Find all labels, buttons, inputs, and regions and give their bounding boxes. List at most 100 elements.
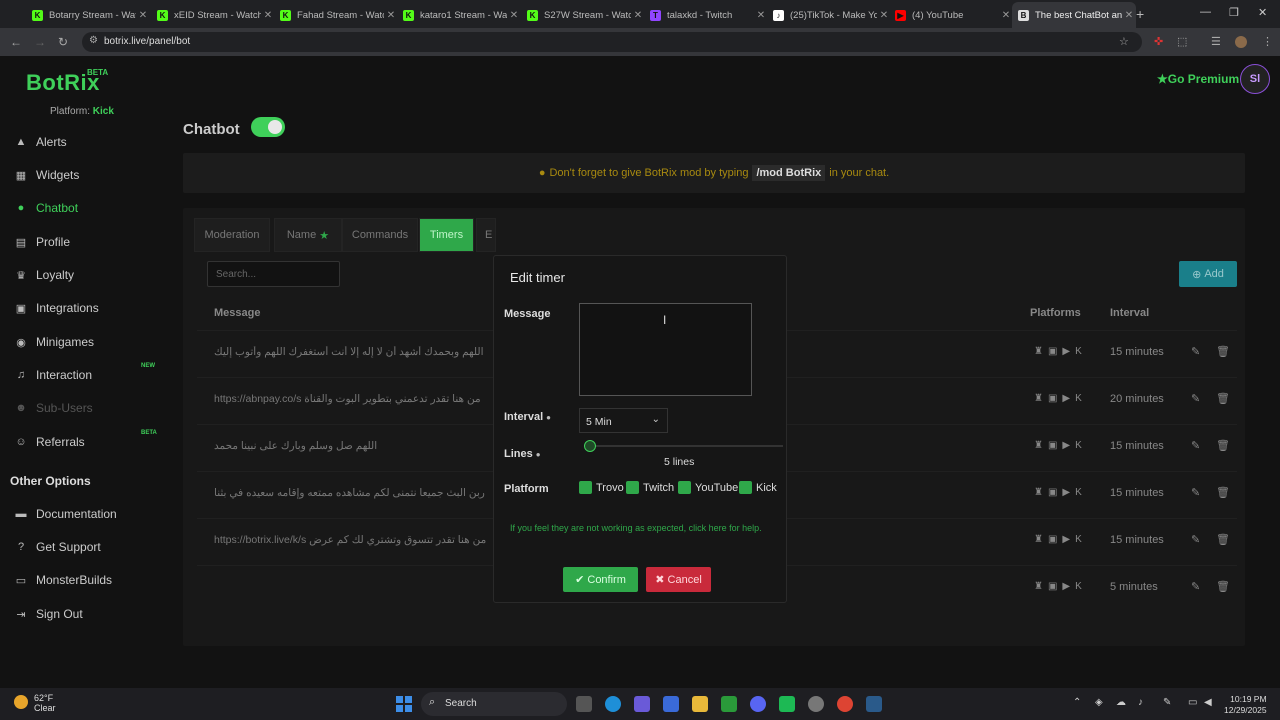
browser-tab[interactable]: Kkataro1 Stream - Wat ✕ <box>397 4 521 26</box>
url-field[interactable]: ⚙ botrix.live/panel/bot <box>82 32 1142 52</box>
taskbar-search[interactable]: ⌕ Search <box>421 692 567 716</box>
lines-slider-track[interactable] <box>590 445 783 447</box>
sidebar-item-interaction[interactable]: ♫ Interaction <box>14 365 92 385</box>
tab-close-icon[interactable]: ✕ <box>999 10 1013 21</box>
weather-widget[interactable]: 62°F Clear <box>14 693 56 713</box>
wifi-icon[interactable]: ▭ <box>1188 697 1197 708</box>
volume-icon[interactable]: ◀ <box>1204 697 1212 708</box>
edit-icon[interactable]: ✎ <box>1191 439 1200 452</box>
browser-tab[interactable]: ♪ (25)TikTok - Make Yo ✕ <box>767 4 891 26</box>
sidebar-item-loyalty[interactable]: ♛ Loyalty <box>14 265 74 285</box>
browser-tab[interactable]: K Fahad Stream - Watc ✕ <box>274 4 398 26</box>
tray-mic-icon[interactable]: ♪ <box>1138 697 1143 708</box>
tab-close-icon[interactable]: ✕ <box>384 10 398 21</box>
sidebar-item-alerts[interactable]: ▲ Alerts <box>14 132 67 152</box>
tab-partial[interactable]: E <box>476 218 496 252</box>
delete-icon[interactable]: 🗑 <box>1216 345 1230 358</box>
delete-icon[interactable]: 🗑 <box>1216 580 1230 593</box>
tray-cloud-icon[interactable]: ☁ <box>1116 697 1126 708</box>
checkbox-box[interactable] <box>739 481 752 494</box>
sidebar-item-integrations[interactable]: ▣ Integrations <box>14 298 99 318</box>
sidebar-item-referrals[interactable]: ☺ Referrals <box>14 432 84 452</box>
sidebar-item-widgets[interactable]: ▦ Widgets <box>14 165 80 185</box>
checkbox-box[interactable] <box>579 481 592 494</box>
bookmark-star-icon[interactable]: ☆ <box>1119 35 1129 48</box>
browser-tab[interactable]: K Botarry Stream - Wat ✕ <box>26 4 150 26</box>
tab-close-icon[interactable]: ✕ <box>136 10 150 21</box>
discord-icon[interactable] <box>750 696 766 712</box>
delete-icon[interactable]: 🗑 <box>1216 486 1230 499</box>
edit-icon[interactable]: ✎ <box>1191 345 1200 358</box>
info-icon[interactable]: ● <box>536 450 541 459</box>
tab-close-icon[interactable]: ✕ <box>261 10 275 21</box>
maximize-icon[interactable]: ❐ <box>1229 6 1239 19</box>
sidebar-item-get-support[interactable]: ? Get Support <box>14 537 101 557</box>
profile-avatar[interactable] <box>1235 36 1247 48</box>
sidebar-item-monsterbuilds[interactable]: ▭ MonsterBuilds <box>14 570 112 590</box>
go-premium-link[interactable]: ★Go Premium <box>1157 72 1239 86</box>
tab-close-icon[interactable]: ✕ <box>631 10 645 21</box>
store-icon[interactable] <box>663 696 679 712</box>
close-window-icon[interactable]: ✕ <box>1258 6 1267 19</box>
media-icon[interactable]: ☰ <box>1211 35 1221 48</box>
checkbox-box[interactable] <box>626 481 639 494</box>
menu-kebab-icon[interactable]: ⋮ <box>1262 35 1273 48</box>
obs-icon[interactable] <box>808 696 824 712</box>
tab-close-icon[interactable]: ✕ <box>1122 10 1136 21</box>
delete-icon[interactable]: 🗑 <box>1216 533 1230 546</box>
tray-chevron-icon[interactable]: ⌃ <box>1073 697 1081 708</box>
chatbot-enable-toggle[interactable] <box>251 117 285 137</box>
search-input[interactable]: Search... <box>207 261 340 287</box>
system-clock[interactable]: 10:19 PM 12/29/2025 <box>1224 694 1267 716</box>
back-icon[interactable]: ← <box>10 35 22 49</box>
edit-icon[interactable]: ✎ <box>1191 486 1200 499</box>
tray-app-icon[interactable]: ◈ <box>1095 697 1103 708</box>
tab-close-icon[interactable]: ✕ <box>754 10 768 21</box>
delete-icon[interactable]: 🗑 <box>1216 439 1230 452</box>
tab-moderation[interactable]: Moderation <box>194 218 270 252</box>
sidebar-item-sign-out[interactable]: ⇥ Sign Out <box>14 604 82 624</box>
steam-icon[interactable] <box>866 696 882 712</box>
edit-icon[interactable]: ✎ <box>1191 580 1200 593</box>
xbox-icon[interactable] <box>721 696 737 712</box>
tab-commands[interactable]: Commands <box>342 218 418 252</box>
extensions-puzzle-icon[interactable]: ⬚ <box>1177 35 1187 48</box>
add-timer-button[interactable]: ⊕ Add <box>1179 261 1237 287</box>
tray-pen-icon[interactable]: ✎ <box>1163 697 1171 708</box>
platform-checkbox-kick[interactable]: Kick <box>739 481 777 494</box>
sidebar-item-minigames[interactable]: ◉ Minigames <box>14 332 94 352</box>
checkbox-box[interactable] <box>678 481 691 494</box>
edit-icon[interactable]: ✎ <box>1191 392 1200 405</box>
tab-name[interactable]: Name ★ <box>274 218 342 252</box>
help-link[interactable]: If you feel they are not working as expe… <box>510 523 762 533</box>
delete-icon[interactable]: 🗑 <box>1216 392 1230 405</box>
lines-slider-handle[interactable] <box>584 440 596 452</box>
edit-icon[interactable]: ✎ <box>1191 533 1200 546</box>
sidebar-item-chatbot[interactable]: ● Chatbot <box>14 198 78 218</box>
platform-checkbox-trovo[interactable]: Trovo <box>579 481 624 494</box>
browser-tab[interactable]: ▶ (4) YouTube ✕ <box>889 4 1013 26</box>
confirm-button[interactable]: ✔ Confirm <box>563 567 638 592</box>
browser-tab[interactable]: Ttalaxkd - Twitch ✕ <box>644 4 768 26</box>
chrome-icon[interactable] <box>837 696 853 712</box>
task-view-icon[interactable] <box>576 696 592 712</box>
sidebar-item-profile[interactable]: ▤ Profile <box>14 232 70 252</box>
start-button[interactable] <box>396 696 412 712</box>
browser-tab[interactable]: KxEID Stream - Watch ✕ <box>151 4 275 26</box>
forward-icon[interactable]: → <box>34 35 46 49</box>
tab-timers[interactable]: Timers <box>419 218 474 252</box>
edge-icon[interactable] <box>605 696 621 712</box>
extension-icon[interactable]: ✜ <box>1154 35 1163 48</box>
browser-tab[interactable]: K S27W Stream - Watc ✕ <box>521 4 645 26</box>
info-icon[interactable]: ● <box>546 413 551 422</box>
platform-checkbox-twitch[interactable]: Twitch <box>626 481 674 494</box>
sidebar-item-sub-users[interactable]: ☻ Sub-Users <box>14 398 92 418</box>
new-tab-button[interactable]: + <box>1136 6 1144 22</box>
site-info-icon[interactable]: ⚙ <box>89 35 98 46</box>
browser-tab[interactable]: B The best ChatBot an ✕ <box>1012 2 1136 28</box>
cancel-button[interactable]: ✖ Cancel <box>646 567 711 592</box>
minimize-icon[interactable]: — <box>1200 6 1211 18</box>
app-icon[interactable] <box>779 696 795 712</box>
copilot-icon[interactable] <box>634 696 650 712</box>
reload-icon[interactable]: ↻ <box>58 35 68 49</box>
